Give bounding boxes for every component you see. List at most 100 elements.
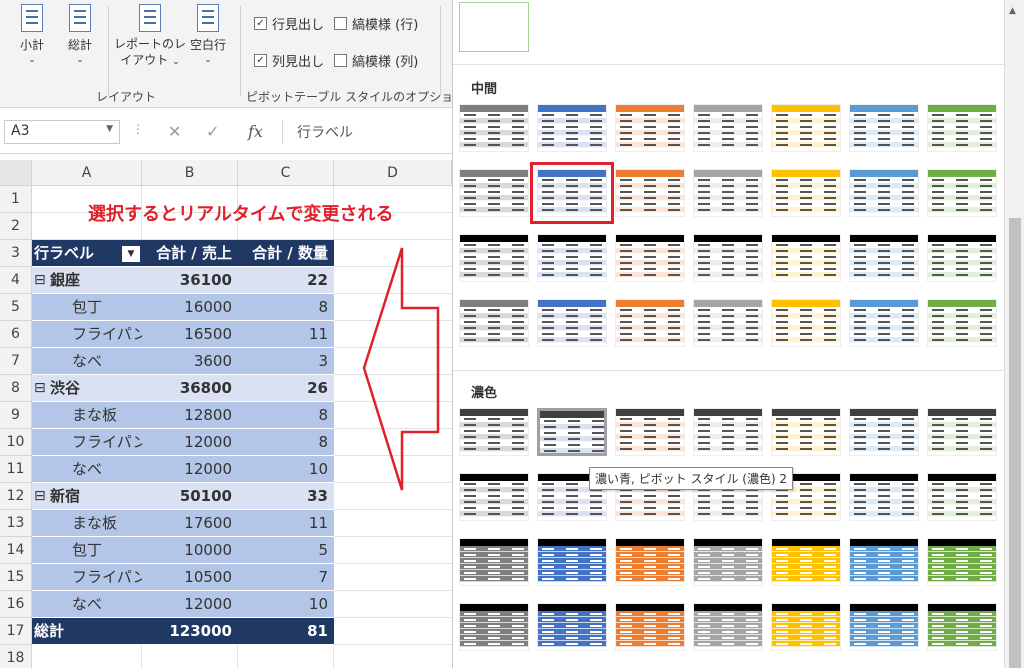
style-thumb[interactable] bbox=[927, 234, 997, 282]
style-thumb[interactable] bbox=[537, 104, 607, 152]
row-header-1[interactable]: 1 bbox=[0, 186, 32, 213]
select-all-corner[interactable] bbox=[0, 160, 32, 186]
style-thumb[interactable] bbox=[459, 408, 529, 456]
row-header-18[interactable]: 18 bbox=[0, 645, 32, 668]
style-thumb[interactable] bbox=[849, 603, 919, 651]
grandtotal-button[interactable]: 総計 ⌄ bbox=[62, 4, 98, 65]
style-thumb[interactable] bbox=[849, 408, 919, 456]
checkbox-icon[interactable] bbox=[334, 54, 347, 67]
collapse-icon[interactable]: ⊟ bbox=[34, 483, 46, 509]
collapse-icon[interactable]: ⊟ bbox=[34, 267, 46, 293]
style-thumb[interactable] bbox=[927, 299, 997, 347]
pivot-row[interactable]: なべ 3600 3 bbox=[32, 348, 334, 375]
chevron-down-icon[interactable]: ▼ bbox=[106, 124, 113, 134]
worksheet[interactable]: ABCD 1 2 3 4 5 6 7 8 9 10 11 12 13 14 15 16 17 18 行ラベル ▼ 合計… bbox=[0, 160, 452, 668]
style-thumb[interactable] bbox=[537, 538, 607, 586]
option-col-headers[interactable]: ✓ 列見出し bbox=[254, 51, 324, 70]
style-thumb[interactable] bbox=[459, 104, 529, 152]
style-thumb[interactable] bbox=[771, 299, 841, 347]
style-thumb[interactable] bbox=[459, 538, 529, 586]
checkbox-icon[interactable] bbox=[334, 17, 347, 30]
style-thumb[interactable] bbox=[459, 299, 529, 347]
row-header-11[interactable]: 11 bbox=[0, 456, 32, 483]
option-banded-cols[interactable]: 縞模様 (列) bbox=[334, 51, 418, 70]
pivot-style-gallery[interactable]: 中間 濃色 ▲ 濃い青, ピボット スタイル (濃色) 2 bbox=[452, 0, 1024, 668]
style-thumb[interactable] bbox=[927, 169, 997, 217]
style-thumb[interactable] bbox=[849, 169, 919, 217]
report-layout-button[interactable]: レポートのレ イアウト ⌄ bbox=[112, 4, 188, 70]
style-thumb[interactable] bbox=[615, 104, 685, 152]
style-thumb[interactable] bbox=[927, 538, 997, 586]
style-thumb[interactable] bbox=[693, 299, 763, 347]
pivot-row[interactable]: フライパン 16500 11 bbox=[32, 321, 334, 348]
row-header-10[interactable]: 10 bbox=[0, 429, 32, 456]
style-thumb[interactable] bbox=[927, 603, 997, 651]
row-header-8[interactable]: 8 bbox=[0, 375, 32, 402]
pivot-row[interactable]: ⊟ 銀座 36100 22 bbox=[32, 267, 334, 294]
style-thumb[interactable] bbox=[849, 473, 919, 521]
row-header-16[interactable]: 16 bbox=[0, 591, 32, 618]
column-header-D[interactable]: D bbox=[334, 160, 452, 186]
scroll-thumb[interactable] bbox=[1009, 218, 1021, 668]
column-header-C[interactable]: C bbox=[238, 160, 334, 186]
style-thumb[interactable] bbox=[537, 408, 607, 456]
row-header-5[interactable]: 5 bbox=[0, 294, 32, 321]
style-thumb[interactable] bbox=[615, 538, 685, 586]
row-header-17[interactable]: 17 bbox=[0, 618, 32, 645]
pivot-row[interactable]: フライパン 12000 8 bbox=[32, 429, 334, 456]
style-thumb[interactable] bbox=[771, 104, 841, 152]
style-thumb[interactable] bbox=[693, 408, 763, 456]
row-header-4[interactable]: 4 bbox=[0, 267, 32, 294]
style-thumb[interactable] bbox=[693, 603, 763, 651]
style-thumb[interactable] bbox=[693, 234, 763, 282]
name-box[interactable]: A3 ▼ bbox=[4, 120, 120, 144]
style-thumb[interactable] bbox=[615, 169, 685, 217]
style-thumb[interactable] bbox=[771, 234, 841, 282]
formula-input[interactable]: 行ラベル bbox=[282, 120, 452, 144]
subtotal-button[interactable]: 小計 ⌄ bbox=[14, 4, 50, 65]
gallery-scrollbar[interactable]: ▲ bbox=[1004, 0, 1024, 668]
pivot-row[interactable]: ⊟ 渋谷 36800 26 bbox=[32, 375, 334, 402]
row-header-7[interactable]: 7 bbox=[0, 348, 32, 375]
pivot-row[interactable]: なべ 12000 10 bbox=[32, 591, 334, 618]
style-thumb[interactable] bbox=[771, 538, 841, 586]
row-header-6[interactable]: 6 bbox=[0, 321, 32, 348]
style-thumb[interactable] bbox=[927, 473, 997, 521]
blank-rows-button[interactable]: 空白行 ⌄ bbox=[186, 4, 230, 65]
style-thumb[interactable] bbox=[771, 603, 841, 651]
style-thumb-light-partial[interactable] bbox=[459, 2, 529, 52]
row-header-9[interactable]: 9 bbox=[0, 402, 32, 429]
row-header-2[interactable]: 2 bbox=[0, 213, 32, 240]
style-thumb[interactable] bbox=[615, 603, 685, 651]
pivot-row[interactable]: ⊟ 新宿 50100 33 bbox=[32, 483, 334, 510]
column-header-B[interactable]: B bbox=[142, 160, 238, 186]
checkbox-checked-icon[interactable]: ✓ bbox=[254, 54, 267, 67]
enter-icon[interactable]: ✓ bbox=[206, 122, 219, 141]
style-thumb[interactable] bbox=[693, 538, 763, 586]
style-thumb[interactable] bbox=[615, 299, 685, 347]
pivot-row[interactable]: なべ 12000 10 bbox=[32, 456, 334, 483]
style-thumb[interactable] bbox=[459, 234, 529, 282]
style-thumb[interactable] bbox=[771, 169, 841, 217]
cancel-icon[interactable]: ✕ bbox=[168, 122, 181, 141]
row-header-15[interactable]: 15 bbox=[0, 564, 32, 591]
style-thumb[interactable] bbox=[537, 603, 607, 651]
pivot-row[interactable]: まな板 17600 11 bbox=[32, 510, 334, 537]
style-thumb[interactable] bbox=[693, 104, 763, 152]
style-thumb[interactable] bbox=[849, 299, 919, 347]
style-thumb[interactable] bbox=[849, 234, 919, 282]
style-thumb[interactable] bbox=[459, 473, 529, 521]
checkbox-checked-icon[interactable]: ✓ bbox=[254, 17, 267, 30]
pivot-row[interactable]: フライパン 10500 7 bbox=[32, 564, 334, 591]
style-thumb[interactable] bbox=[537, 299, 607, 347]
style-thumb[interactable] bbox=[927, 408, 997, 456]
filter-dropdown-icon[interactable]: ▼ bbox=[122, 246, 140, 262]
scroll-up-icon[interactable]: ▲ bbox=[1009, 6, 1016, 16]
style-thumb[interactable] bbox=[615, 234, 685, 282]
style-thumb[interactable] bbox=[693, 169, 763, 217]
style-thumb[interactable] bbox=[771, 408, 841, 456]
row-header-3[interactable]: 3 bbox=[0, 240, 32, 267]
row-header-13[interactable]: 13 bbox=[0, 510, 32, 537]
pivot-row[interactable]: まな板 12800 8 bbox=[32, 402, 334, 429]
row-header-12[interactable]: 12 bbox=[0, 483, 32, 510]
